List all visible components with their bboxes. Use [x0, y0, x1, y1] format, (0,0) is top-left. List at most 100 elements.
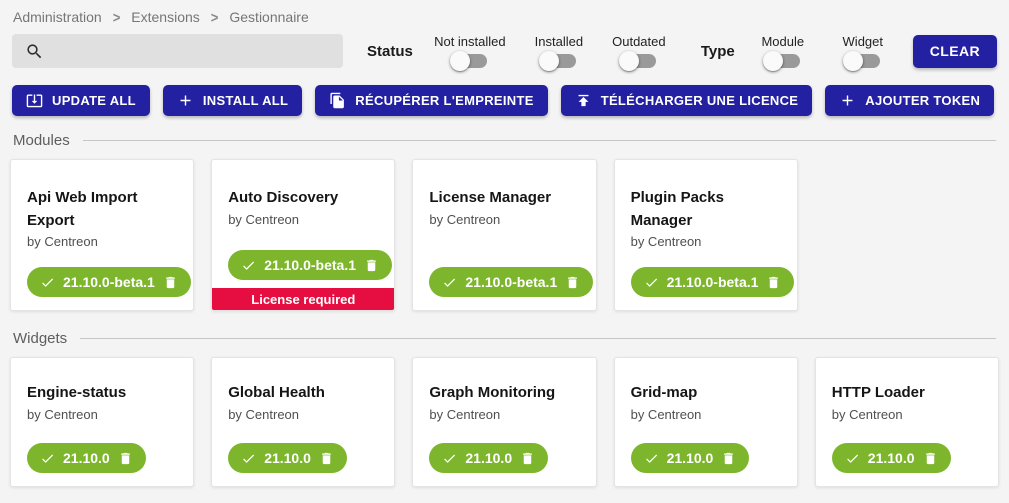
trash-icon[interactable] [721, 451, 736, 466]
trash-icon[interactable] [163, 275, 178, 290]
widget-card-grid-map[interactable]: Grid-map by Centreon 21.10.0 [614, 357, 798, 487]
version-label: 21.10.0 [868, 450, 915, 466]
version-label: 21.10.0 [63, 450, 110, 466]
version-chip[interactable]: 21.10.0-beta.1 [429, 267, 593, 297]
version-chip[interactable]: 21.10.0-beta.1 [228, 250, 392, 280]
version-label: 21.10.0-beta.1 [465, 274, 557, 290]
breadcrumb: Administration > Extensions > Gestionnai… [0, 0, 1009, 29]
check-icon [644, 275, 659, 290]
filter-bar: Status Not installed Installed Outdated … [0, 29, 1009, 74]
version-label: 21.10.0-beta.1 [63, 274, 155, 290]
toggle-not-installed-switch[interactable] [453, 54, 487, 68]
module-card-auto-discovery[interactable]: Auto Discovery by Centreon 21.10.0-beta.… [211, 159, 395, 311]
trash-icon[interactable] [364, 258, 379, 273]
trash-icon[interactable] [118, 451, 133, 466]
get-fingerprint-button[interactable]: RÉCUPÉRER L'EMPREINTE [315, 85, 547, 116]
toggle-outdated: Outdated [607, 34, 671, 68]
chevron-right-icon: > [211, 8, 219, 25]
toggle-module-switch[interactable] [766, 54, 800, 68]
toggle-widget-switch[interactable] [846, 54, 880, 68]
card-title: Plugin Packs Manager [631, 187, 781, 232]
license-required-banner: License required [212, 288, 394, 310]
version-chip[interactable]: 21.10.0 [228, 443, 347, 473]
card-author: by Centreon [27, 234, 177, 249]
get-fingerprint-label: RÉCUPÉRER L'EMPREINTE [355, 93, 533, 108]
card-title: Auto Discovery [228, 187, 378, 210]
card-author: by Centreon [631, 234, 781, 249]
modules-section-header: Modules [0, 123, 1009, 156]
check-icon [40, 275, 55, 290]
card-title: Graph Monitoring [429, 382, 579, 405]
version-label: 21.10.0 [465, 450, 512, 466]
upload-license-button[interactable]: TÉLÉCHARGER UNE LICENCE [561, 85, 813, 116]
card-title: Global Health [228, 382, 378, 405]
toggle-module-label: Module [761, 34, 804, 49]
toggle-module: Module [751, 34, 815, 68]
toggle-outdated-label: Outdated [612, 34, 666, 49]
update-all-label: UPDATE ALL [52, 93, 136, 108]
version-chip[interactable]: 21.10.0-beta.1 [631, 267, 795, 297]
check-icon [241, 258, 256, 273]
add-token-button[interactable]: AJOUTER TOKEN [825, 85, 994, 116]
version-label: 21.10.0-beta.1 [264, 257, 356, 273]
check-icon [40, 451, 55, 466]
type-filter-label: Type [701, 43, 735, 60]
modules-grid: Api Web Import Export by Centreon 21.10.… [0, 156, 1009, 321]
module-card-plugin-packs-manager[interactable]: Plugin Packs Manager by Centreon 21.10.0… [614, 159, 798, 311]
divider [83, 140, 996, 141]
card-title: Engine-status [27, 382, 177, 405]
widget-card-global-health[interactable]: Global Health by Centreon 21.10.0 [211, 357, 395, 487]
install-all-label: INSTALL ALL [203, 93, 288, 108]
widgets-section-header: Widgets [0, 321, 1009, 354]
clear-button[interactable]: CLEAR [913, 35, 997, 68]
version-chip[interactable]: 21.10.0 [631, 443, 750, 473]
check-icon [241, 451, 256, 466]
breadcrumb-item-administration[interactable]: Administration [13, 9, 102, 25]
trash-icon[interactable] [319, 451, 334, 466]
breadcrumb-item-gestionnaire: Gestionnaire [229, 9, 308, 25]
trash-icon[interactable] [766, 275, 781, 290]
search-icon [25, 42, 44, 61]
toggle-not-installed-label: Not installed [434, 34, 506, 49]
module-card-license-manager[interactable]: License Manager by Centreon 21.10.0-beta… [412, 159, 596, 311]
version-chip[interactable]: 21.10.0 [832, 443, 951, 473]
version-chip[interactable]: 21.10.0 [27, 443, 146, 473]
version-label: 21.10.0 [264, 450, 311, 466]
divider [80, 338, 996, 339]
plus-icon [839, 92, 856, 109]
plus-icon [177, 92, 194, 109]
trash-icon[interactable] [565, 275, 580, 290]
card-title: HTTP Loader [832, 382, 982, 405]
version-label: 21.10.0 [667, 450, 714, 466]
status-filter-label: Status [367, 43, 413, 60]
module-card-api-web-import-export[interactable]: Api Web Import Export by Centreon 21.10.… [10, 159, 194, 311]
check-icon [442, 275, 457, 290]
card-author: by Centreon [429, 212, 579, 227]
search-input[interactable] [52, 43, 333, 59]
search-box[interactable] [12, 34, 343, 68]
trash-icon[interactable] [923, 451, 938, 466]
widgets-grid: Engine-status by Centreon 21.10.0 Global… [0, 354, 1009, 497]
toggle-widget: Widget [831, 34, 895, 68]
check-icon [442, 451, 457, 466]
check-icon [644, 451, 659, 466]
card-author: by Centreon [228, 407, 378, 422]
toggle-installed: Installed [527, 34, 591, 68]
trash-icon[interactable] [520, 451, 535, 466]
toggle-installed-switch[interactable] [542, 54, 576, 68]
widget-card-engine-status[interactable]: Engine-status by Centreon 21.10.0 [10, 357, 194, 487]
widget-card-http-loader[interactable]: HTTP Loader by Centreon 21.10.0 [815, 357, 999, 487]
version-chip[interactable]: 21.10.0 [429, 443, 548, 473]
toggle-outdated-switch[interactable] [622, 54, 656, 68]
update-all-button[interactable]: UPDATE ALL [12, 85, 150, 116]
check-icon [845, 451, 860, 466]
breadcrumb-item-extensions[interactable]: Extensions [131, 9, 199, 25]
version-chip[interactable]: 21.10.0-beta.1 [27, 267, 191, 297]
card-title: License Manager [429, 187, 579, 210]
widgets-section-title: Widgets [13, 330, 67, 347]
toggle-widget-label: Widget [843, 34, 883, 49]
version-label: 21.10.0-beta.1 [667, 274, 759, 290]
widget-card-graph-monitoring[interactable]: Graph Monitoring by Centreon 21.10.0 [412, 357, 596, 487]
install-all-button[interactable]: INSTALL ALL [163, 85, 302, 116]
file-copy-icon [329, 92, 346, 109]
